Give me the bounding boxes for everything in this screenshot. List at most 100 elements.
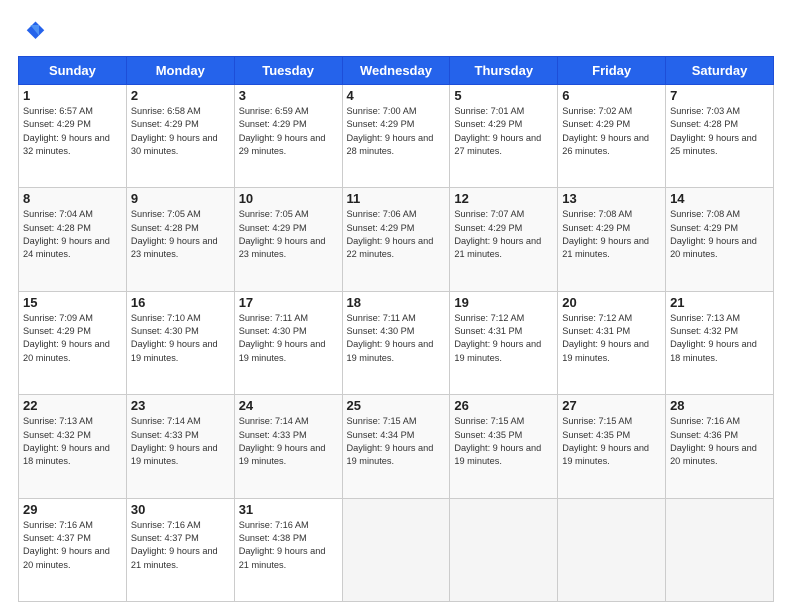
day-number: 19 bbox=[454, 295, 553, 310]
calendar-cell bbox=[450, 498, 558, 601]
day-number: 12 bbox=[454, 191, 553, 206]
day-number: 8 bbox=[23, 191, 122, 206]
day-info: Sunrise: 7:03 AMSunset: 4:28 PMDaylight:… bbox=[670, 106, 757, 156]
calendar-week-row: 15 Sunrise: 7:09 AMSunset: 4:29 PMDaylig… bbox=[19, 291, 774, 394]
calendar-cell: 11 Sunrise: 7:06 AMSunset: 4:29 PMDaylig… bbox=[342, 188, 450, 291]
calendar-week-row: 29 Sunrise: 7:16 AMSunset: 4:37 PMDaylig… bbox=[19, 498, 774, 601]
day-number: 13 bbox=[562, 191, 661, 206]
day-info: Sunrise: 7:02 AMSunset: 4:29 PMDaylight:… bbox=[562, 106, 649, 156]
calendar-cell: 14 Sunrise: 7:08 AMSunset: 4:29 PMDaylig… bbox=[666, 188, 774, 291]
day-number: 24 bbox=[239, 398, 338, 413]
day-number: 4 bbox=[347, 88, 446, 103]
calendar-cell: 25 Sunrise: 7:15 AMSunset: 4:34 PMDaylig… bbox=[342, 395, 450, 498]
day-info: Sunrise: 7:04 AMSunset: 4:28 PMDaylight:… bbox=[23, 209, 110, 259]
dow-header: Friday bbox=[558, 57, 666, 85]
day-number: 11 bbox=[347, 191, 446, 206]
calendar-cell: 23 Sunrise: 7:14 AMSunset: 4:33 PMDaylig… bbox=[126, 395, 234, 498]
day-info: Sunrise: 7:13 AMSunset: 4:32 PMDaylight:… bbox=[23, 416, 110, 466]
logo bbox=[18, 18, 50, 46]
calendar-table: SundayMondayTuesdayWednesdayThursdayFrid… bbox=[18, 56, 774, 602]
calendar-week-row: 22 Sunrise: 7:13 AMSunset: 4:32 PMDaylig… bbox=[19, 395, 774, 498]
day-info: Sunrise: 7:13 AMSunset: 4:32 PMDaylight:… bbox=[670, 313, 757, 363]
calendar-cell: 22 Sunrise: 7:13 AMSunset: 4:32 PMDaylig… bbox=[19, 395, 127, 498]
day-info: Sunrise: 7:11 AMSunset: 4:30 PMDaylight:… bbox=[347, 313, 434, 363]
calendar-cell: 7 Sunrise: 7:03 AMSunset: 4:28 PMDayligh… bbox=[666, 85, 774, 188]
day-info: Sunrise: 7:00 AMSunset: 4:29 PMDaylight:… bbox=[347, 106, 434, 156]
day-number: 30 bbox=[131, 502, 230, 517]
calendar-cell: 9 Sunrise: 7:05 AMSunset: 4:28 PMDayligh… bbox=[126, 188, 234, 291]
calendar-cell: 27 Sunrise: 7:15 AMSunset: 4:35 PMDaylig… bbox=[558, 395, 666, 498]
day-info: Sunrise: 7:08 AMSunset: 4:29 PMDaylight:… bbox=[562, 209, 649, 259]
day-number: 21 bbox=[670, 295, 769, 310]
calendar-body: 1 Sunrise: 6:57 AMSunset: 4:29 PMDayligh… bbox=[19, 85, 774, 602]
calendar-week-row: 8 Sunrise: 7:04 AMSunset: 4:28 PMDayligh… bbox=[19, 188, 774, 291]
calendar-cell: 29 Sunrise: 7:16 AMSunset: 4:37 PMDaylig… bbox=[19, 498, 127, 601]
day-info: Sunrise: 6:58 AMSunset: 4:29 PMDaylight:… bbox=[131, 106, 218, 156]
day-number: 31 bbox=[239, 502, 338, 517]
calendar-cell: 10 Sunrise: 7:05 AMSunset: 4:29 PMDaylig… bbox=[234, 188, 342, 291]
calendar-cell bbox=[342, 498, 450, 601]
calendar-cell: 4 Sunrise: 7:00 AMSunset: 4:29 PMDayligh… bbox=[342, 85, 450, 188]
calendar-cell: 17 Sunrise: 7:11 AMSunset: 4:30 PMDaylig… bbox=[234, 291, 342, 394]
calendar-cell: 1 Sunrise: 6:57 AMSunset: 4:29 PMDayligh… bbox=[19, 85, 127, 188]
day-number: 18 bbox=[347, 295, 446, 310]
dow-header: Saturday bbox=[666, 57, 774, 85]
calendar-cell: 8 Sunrise: 7:04 AMSunset: 4:28 PMDayligh… bbox=[19, 188, 127, 291]
day-number: 10 bbox=[239, 191, 338, 206]
calendar-cell: 15 Sunrise: 7:09 AMSunset: 4:29 PMDaylig… bbox=[19, 291, 127, 394]
header bbox=[18, 18, 774, 46]
calendar-cell: 21 Sunrise: 7:13 AMSunset: 4:32 PMDaylig… bbox=[666, 291, 774, 394]
day-number: 23 bbox=[131, 398, 230, 413]
calendar-cell: 20 Sunrise: 7:12 AMSunset: 4:31 PMDaylig… bbox=[558, 291, 666, 394]
days-of-week-row: SundayMondayTuesdayWednesdayThursdayFrid… bbox=[19, 57, 774, 85]
day-number: 5 bbox=[454, 88, 553, 103]
day-info: Sunrise: 7:12 AMSunset: 4:31 PMDaylight:… bbox=[454, 313, 541, 363]
day-info: Sunrise: 6:59 AMSunset: 4:29 PMDaylight:… bbox=[239, 106, 326, 156]
day-info: Sunrise: 7:01 AMSunset: 4:29 PMDaylight:… bbox=[454, 106, 541, 156]
calendar-cell: 2 Sunrise: 6:58 AMSunset: 4:29 PMDayligh… bbox=[126, 85, 234, 188]
day-info: Sunrise: 7:16 AMSunset: 4:37 PMDaylight:… bbox=[23, 520, 110, 570]
day-info: Sunrise: 7:10 AMSunset: 4:30 PMDaylight:… bbox=[131, 313, 218, 363]
day-info: Sunrise: 7:09 AMSunset: 4:29 PMDaylight:… bbox=[23, 313, 110, 363]
day-info: Sunrise: 7:14 AMSunset: 4:33 PMDaylight:… bbox=[131, 416, 218, 466]
dow-header: Wednesday bbox=[342, 57, 450, 85]
day-number: 17 bbox=[239, 295, 338, 310]
day-info: Sunrise: 7:05 AMSunset: 4:28 PMDaylight:… bbox=[131, 209, 218, 259]
day-info: Sunrise: 7:15 AMSunset: 4:34 PMDaylight:… bbox=[347, 416, 434, 466]
day-info: Sunrise: 6:57 AMSunset: 4:29 PMDaylight:… bbox=[23, 106, 110, 156]
day-number: 1 bbox=[23, 88, 122, 103]
calendar-cell: 19 Sunrise: 7:12 AMSunset: 4:31 PMDaylig… bbox=[450, 291, 558, 394]
day-info: Sunrise: 7:07 AMSunset: 4:29 PMDaylight:… bbox=[454, 209, 541, 259]
dow-header: Thursday bbox=[450, 57, 558, 85]
dow-header: Tuesday bbox=[234, 57, 342, 85]
day-number: 16 bbox=[131, 295, 230, 310]
calendar-cell: 24 Sunrise: 7:14 AMSunset: 4:33 PMDaylig… bbox=[234, 395, 342, 498]
day-info: Sunrise: 7:05 AMSunset: 4:29 PMDaylight:… bbox=[239, 209, 326, 259]
calendar-cell: 28 Sunrise: 7:16 AMSunset: 4:36 PMDaylig… bbox=[666, 395, 774, 498]
day-info: Sunrise: 7:16 AMSunset: 4:37 PMDaylight:… bbox=[131, 520, 218, 570]
calendar-cell bbox=[558, 498, 666, 601]
day-info: Sunrise: 7:06 AMSunset: 4:29 PMDaylight:… bbox=[347, 209, 434, 259]
calendar-cell: 12 Sunrise: 7:07 AMSunset: 4:29 PMDaylig… bbox=[450, 188, 558, 291]
logo-icon bbox=[18, 18, 46, 46]
calendar-cell: 13 Sunrise: 7:08 AMSunset: 4:29 PMDaylig… bbox=[558, 188, 666, 291]
calendar-week-row: 1 Sunrise: 6:57 AMSunset: 4:29 PMDayligh… bbox=[19, 85, 774, 188]
day-number: 14 bbox=[670, 191, 769, 206]
day-info: Sunrise: 7:16 AMSunset: 4:36 PMDaylight:… bbox=[670, 416, 757, 466]
calendar-cell: 31 Sunrise: 7:16 AMSunset: 4:38 PMDaylig… bbox=[234, 498, 342, 601]
day-info: Sunrise: 7:08 AMSunset: 4:29 PMDaylight:… bbox=[670, 209, 757, 259]
dow-header: Monday bbox=[126, 57, 234, 85]
day-info: Sunrise: 7:14 AMSunset: 4:33 PMDaylight:… bbox=[239, 416, 326, 466]
calendar-cell: 30 Sunrise: 7:16 AMSunset: 4:37 PMDaylig… bbox=[126, 498, 234, 601]
day-number: 29 bbox=[23, 502, 122, 517]
dow-header: Sunday bbox=[19, 57, 127, 85]
day-info: Sunrise: 7:12 AMSunset: 4:31 PMDaylight:… bbox=[562, 313, 649, 363]
calendar-cell: 26 Sunrise: 7:15 AMSunset: 4:35 PMDaylig… bbox=[450, 395, 558, 498]
page: SundayMondayTuesdayWednesdayThursdayFrid… bbox=[0, 0, 792, 612]
day-number: 6 bbox=[562, 88, 661, 103]
calendar-cell: 3 Sunrise: 6:59 AMSunset: 4:29 PMDayligh… bbox=[234, 85, 342, 188]
day-number: 9 bbox=[131, 191, 230, 206]
calendar-cell: 18 Sunrise: 7:11 AMSunset: 4:30 PMDaylig… bbox=[342, 291, 450, 394]
day-info: Sunrise: 7:15 AMSunset: 4:35 PMDaylight:… bbox=[562, 416, 649, 466]
day-number: 2 bbox=[131, 88, 230, 103]
